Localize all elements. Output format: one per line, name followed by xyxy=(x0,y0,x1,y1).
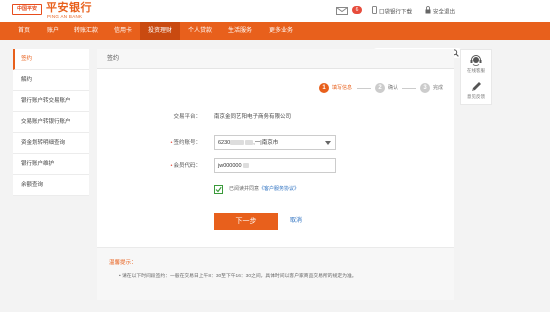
headset-icon xyxy=(470,55,482,66)
pingan-group-logo: 中国平安 xyxy=(12,4,42,15)
bank-logo: 平安银行 xyxy=(46,2,92,14)
step-1-circle: 1 xyxy=(319,83,329,93)
member-code-value: jw000000 xyxy=(218,163,242,169)
phone-icon xyxy=(372,6,377,18)
online-service-button[interactable]: 在线客服 xyxy=(461,54,491,74)
feedback-label: 意见反馈 xyxy=(467,94,485,99)
float-toolbar: 在线客服 意见反馈 xyxy=(460,49,492,105)
tips-box: 温馨提示： • 请在以下时间段签约：一般在交易日上午8：30至下午16：30之间… xyxy=(97,247,454,300)
account-prefix: 6230 xyxy=(218,140,231,146)
sidebar-item-sign[interactable]: 签约 xyxy=(13,49,89,70)
feedback-button[interactable]: 意见反馈 xyxy=(461,81,491,100)
app-download-link[interactable]: 口袋银行下载 xyxy=(372,6,412,16)
nav-account[interactable]: 账户 xyxy=(42,22,64,40)
service-agreement-link[interactable]: 《客户服务协议》 xyxy=(259,186,299,192)
mail-count-badge: 6 xyxy=(352,6,362,14)
step-indicator: 1 填写信息 2 确认 3 完成 xyxy=(319,83,449,93)
sidebar-item-trade-to-bank[interactable]: 交易账户转银行账户 xyxy=(13,112,89,133)
sidebar-item-cancel-sign[interactable]: 解约 xyxy=(13,70,89,91)
account-label: 签约账号： xyxy=(173,140,201,146)
nav-home[interactable]: 首页 xyxy=(12,22,36,40)
online-service-label: 在线客服 xyxy=(467,68,485,73)
app-download-label: 口袋银行下载 xyxy=(379,9,413,16)
step-2-label: 确认 xyxy=(388,85,399,91)
account-suffix: ,一|南京市 xyxy=(253,140,279,146)
chevron-down-icon[interactable] xyxy=(325,141,331,147)
sidebar-item-balance-query[interactable]: 余额查询 xyxy=(13,175,89,196)
logout-link[interactable]: 安全退出 xyxy=(425,6,455,16)
nav-more[interactable]: 更多业务 xyxy=(262,22,300,40)
cancel-link[interactable]: 取消 xyxy=(290,216,302,227)
account-label-wrap: •签约账号： xyxy=(137,137,201,149)
nav-life-services[interactable]: 生活服务 xyxy=(222,22,258,40)
check-icon xyxy=(215,186,222,193)
page-title: 签约 xyxy=(97,49,454,69)
main-panel: 签约 1 填写信息 2 确认 3 完成 交易平台： 南京金同艺阳电子商务有限公司… xyxy=(97,49,454,300)
platform-label: 交易平台： xyxy=(173,114,201,120)
bank-logo-en: PING AN BANK xyxy=(47,14,83,19)
member-label-wrap: •会员代码： xyxy=(137,160,201,172)
next-step-button[interactable]: 下一步 xyxy=(214,213,278,230)
step-3-circle: 3 xyxy=(420,83,430,93)
masked-digits xyxy=(242,163,249,169)
agree-label: 已阅读并同意 xyxy=(229,186,260,192)
member-code-field[interactable]: jw000000 xyxy=(214,158,336,173)
nav-transfer[interactable]: 转账汇款 xyxy=(68,22,104,40)
step-connector xyxy=(402,88,416,89)
nav-personal-loan[interactable]: 个人贷款 xyxy=(182,22,218,40)
step-3-label: 完成 xyxy=(433,85,444,91)
agree-checkbox[interactable] xyxy=(214,185,223,194)
sidebar-item-bank-to-trade[interactable]: 银行账户转交易账户 xyxy=(13,91,89,112)
account-select[interactable]: 6230 ,一|南京市 xyxy=(214,135,336,150)
sidebar-item-transfer-detail[interactable]: 资金划转明细查询 xyxy=(13,133,89,154)
mail-icon[interactable] xyxy=(336,6,348,16)
step-2-circle: 2 xyxy=(375,83,385,93)
nav-investment[interactable]: 投资理财 xyxy=(140,22,180,40)
sidebar-item-account-maintenance[interactable]: 银行账户维护 xyxy=(13,154,89,175)
tips-text: • 请在以下时间段签约：一般在交易日上午8：30至下午16：30之间，具体时间以… xyxy=(119,274,357,279)
main-nav: 首页 账户 转账汇款 信用卡 投资理财 个人贷款 生活服务 更多业务 xyxy=(0,22,550,58)
tips-title: 温馨提示： xyxy=(109,260,137,266)
member-label: 会员代码： xyxy=(173,163,201,169)
logout-label: 安全退出 xyxy=(433,9,456,16)
sidebar: 签约 解约 银行账户转交易账户 交易账户转银行账户 资金划转明细查询 银行账户维… xyxy=(13,49,89,196)
masked-digits xyxy=(230,140,245,146)
top-header: 中国平安 平安银行 PING AN BANK 6 口袋银行下载 安全退出 xyxy=(0,0,550,22)
lock-icon xyxy=(425,6,431,18)
platform-value: 南京金同艺阳电子商务有限公司 xyxy=(214,114,292,120)
nav-credit-card[interactable]: 信用卡 xyxy=(108,22,138,40)
step-connector xyxy=(357,88,371,89)
agree-text-wrap: 已阅读并同意《客户服务协议》 xyxy=(229,185,299,194)
pencil-icon xyxy=(472,82,481,91)
step-1-label: 填写信息 xyxy=(332,85,353,91)
